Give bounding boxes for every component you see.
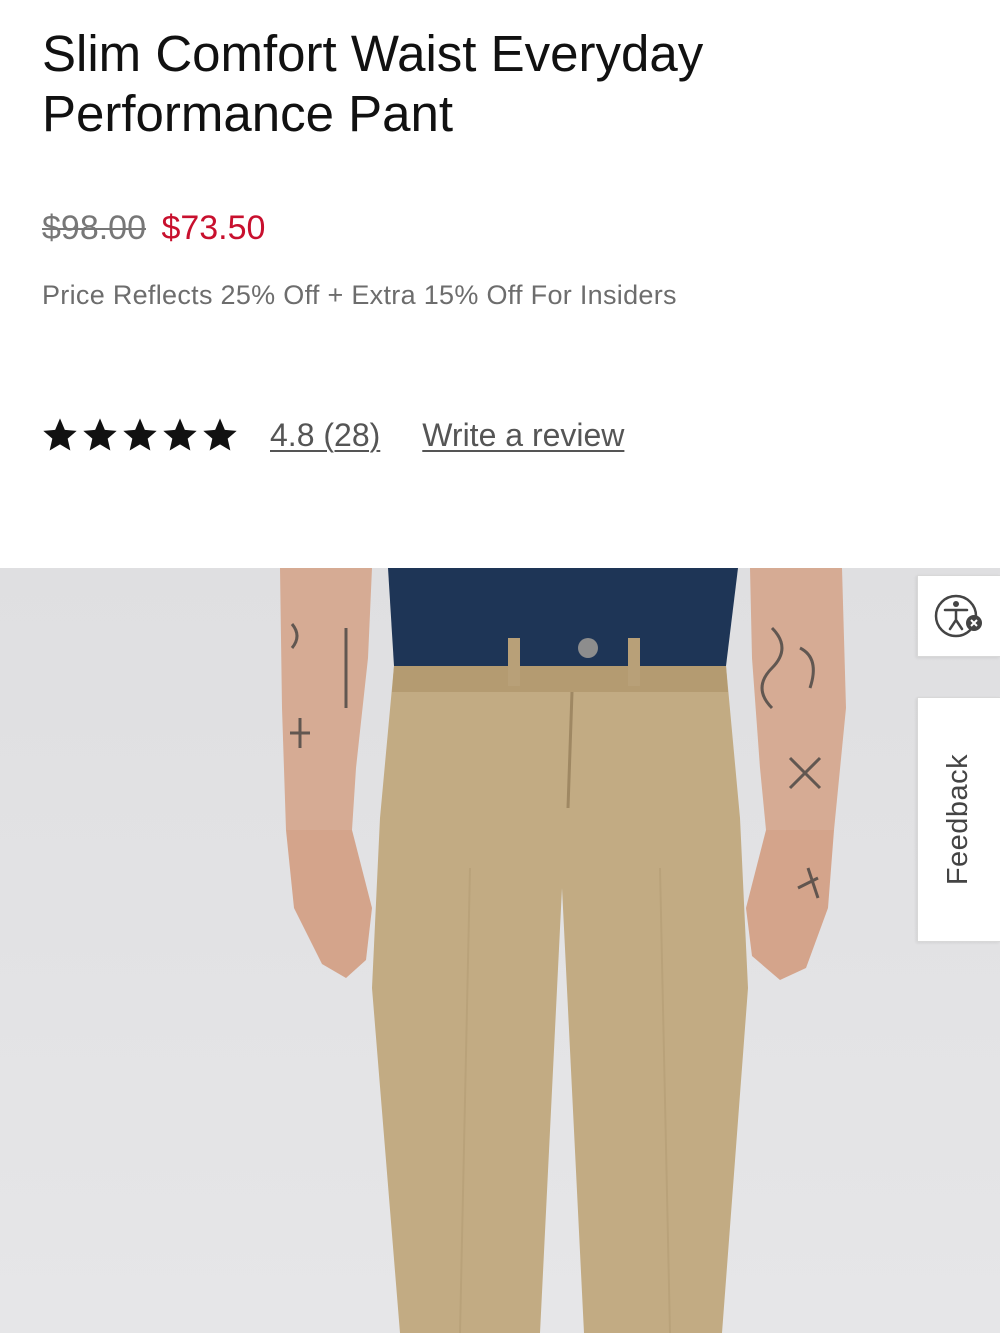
star-icon (43, 418, 77, 451)
rating-count-link[interactable]: 4.8 (28) (270, 417, 380, 454)
promo-text: Price Reflects 25% Off + Extra 15% Off F… (42, 280, 677, 310)
star-icon (203, 418, 237, 451)
accessibility-button[interactable] (917, 575, 1000, 657)
rating-row: 4.8 (28) Write a review (40, 410, 624, 460)
product-title: Slim Comfort Waist Everyday Performance … (42, 25, 704, 142)
accessibility-icon (934, 594, 982, 638)
price-row: $98.00 $73.50 (42, 206, 265, 250)
product-image[interactable] (0, 568, 1000, 1333)
write-review-link[interactable]: Write a review (422, 417, 624, 454)
feedback-tab[interactable]: Feedback (917, 697, 1000, 942)
product-photo (280, 568, 846, 1333)
feedback-label: Feedback (942, 753, 975, 886)
original-price: $98.00 (42, 209, 146, 247)
star-icon (163, 418, 197, 451)
star-icon (83, 418, 117, 451)
star-icon (123, 418, 157, 451)
sale-price: $73.50 (161, 209, 266, 247)
star-rating (40, 415, 240, 455)
